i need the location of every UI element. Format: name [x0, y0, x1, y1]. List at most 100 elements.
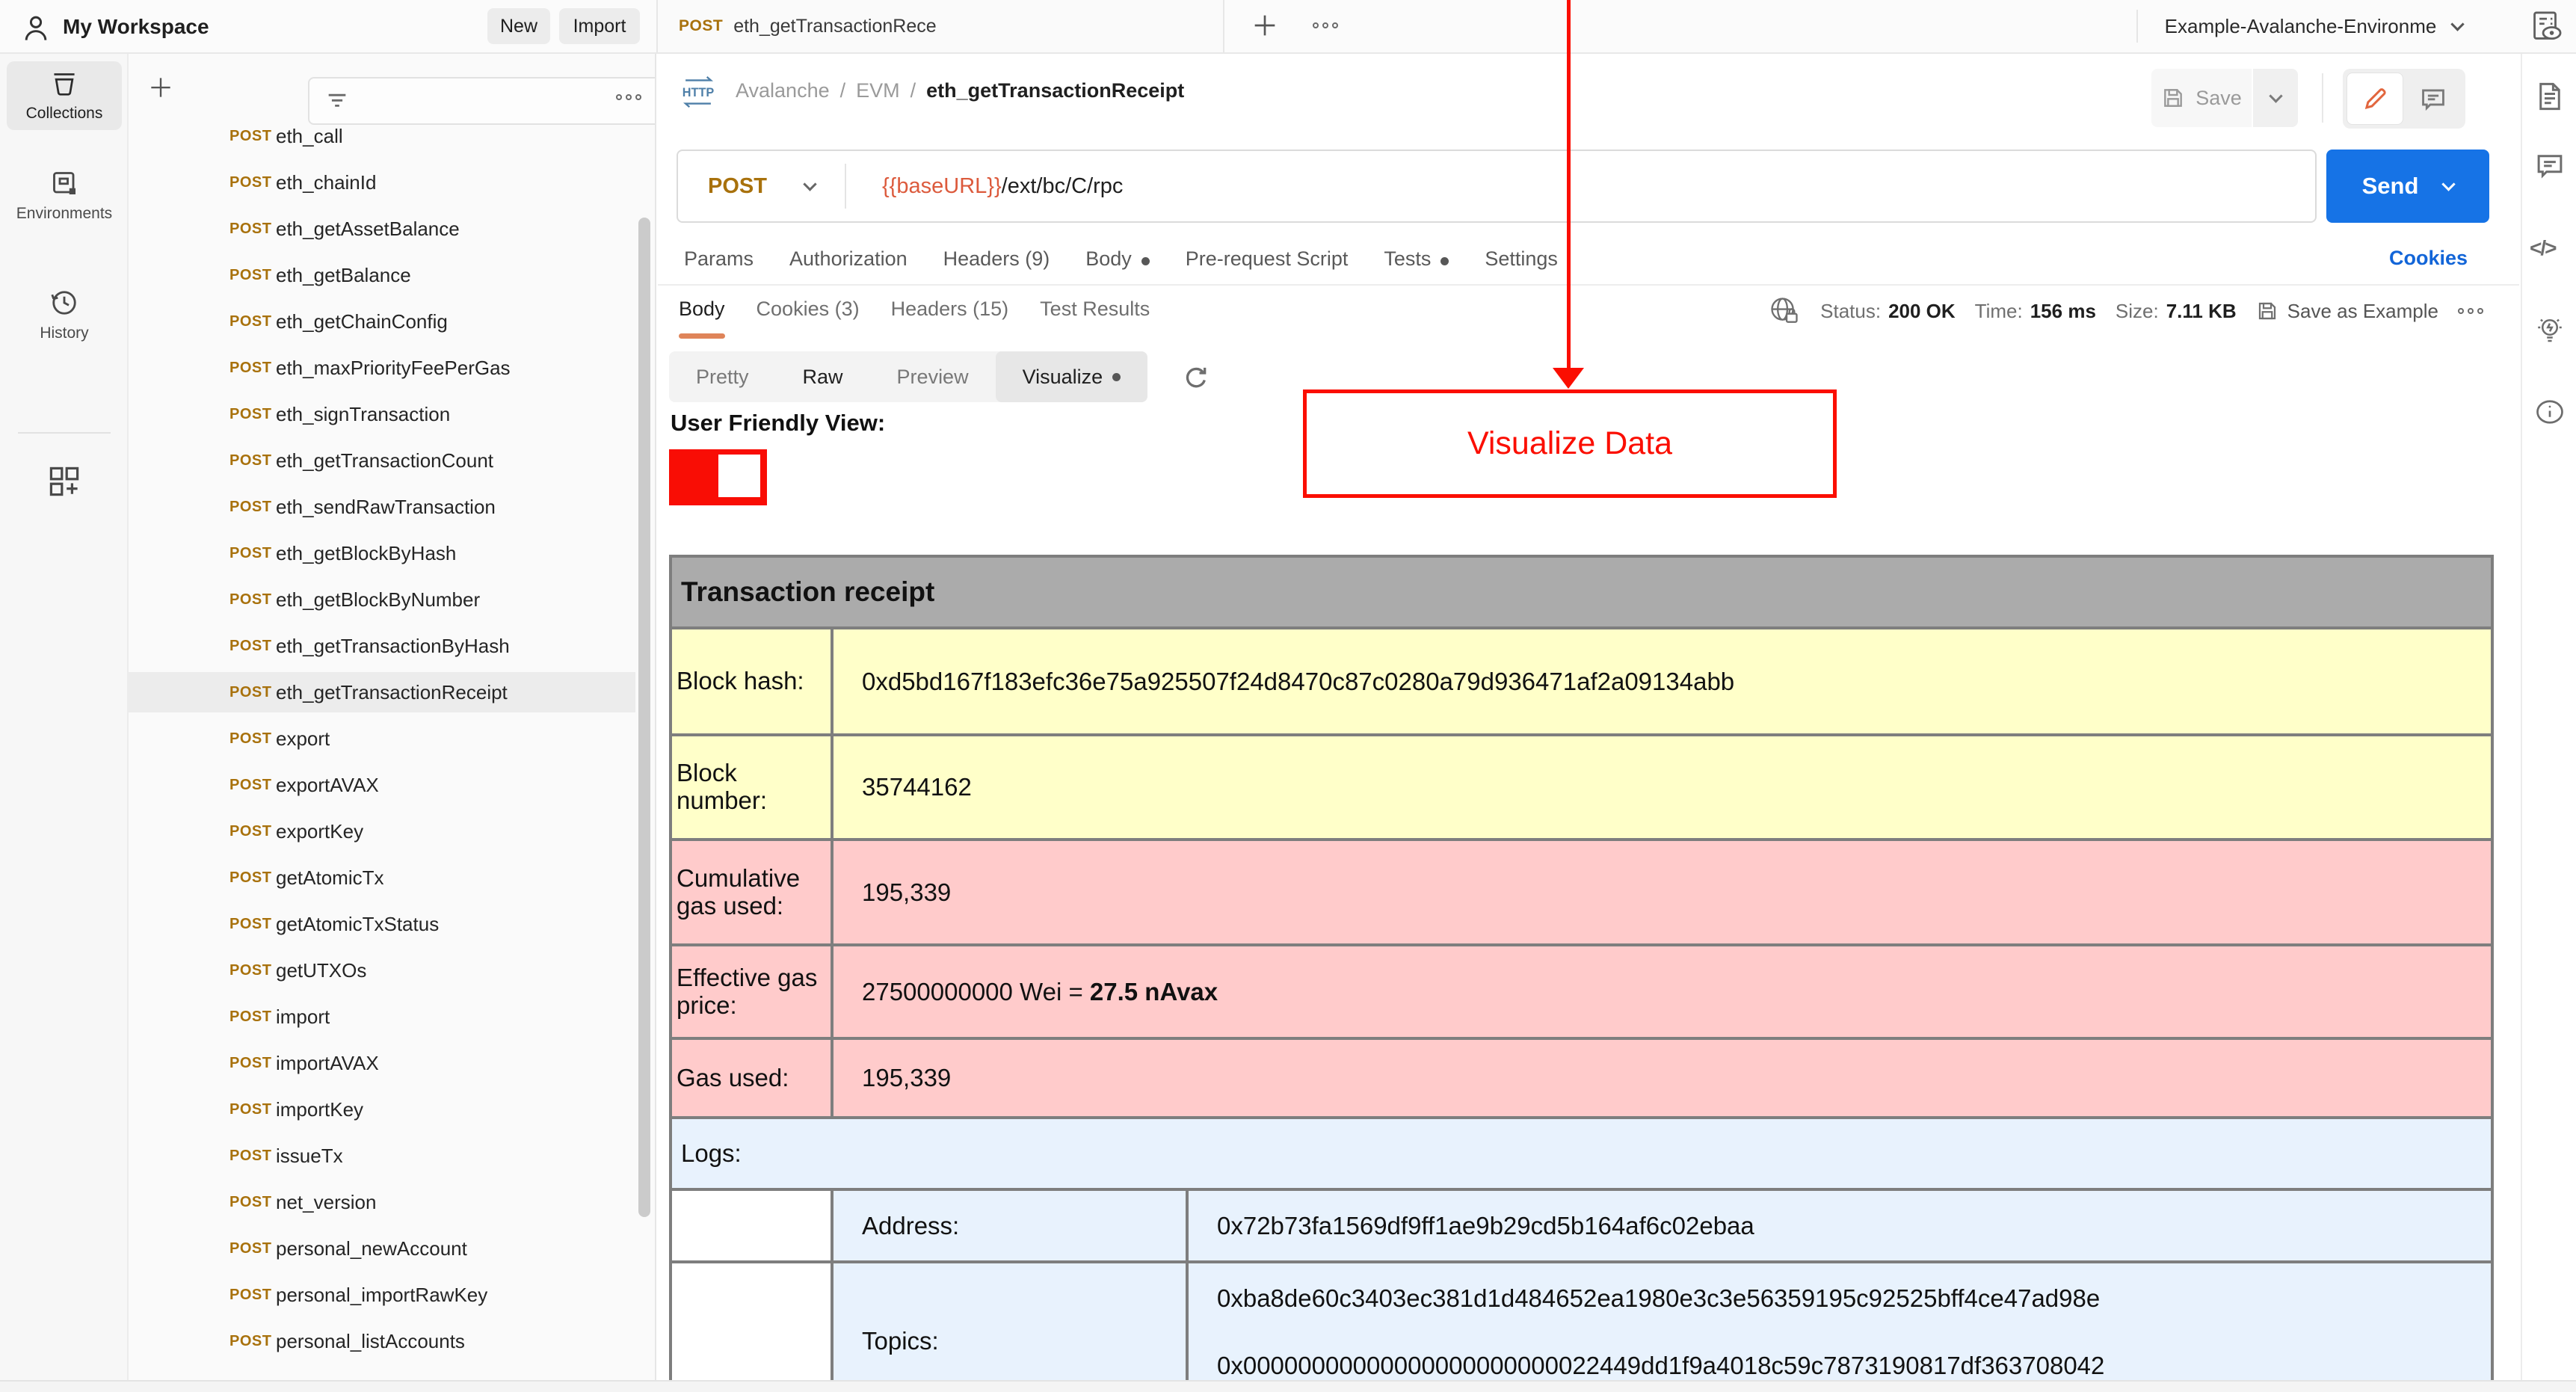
- edit-mode-button[interactable]: [2347, 73, 2403, 125]
- send-button[interactable]: Send: [2326, 150, 2489, 223]
- user-avatar-icon[interactable]: [19, 12, 52, 45]
- request-list-item[interactable]: POST eth_getTransactionReceipt: [129, 672, 635, 712]
- request-name: eth_getTransactionByHash: [276, 634, 510, 657]
- response-more-icon[interactable]: [2458, 308, 2483, 314]
- view-tab-item[interactable]: Raw: [776, 351, 870, 402]
- add-tab-icon[interactable]: [1250, 10, 1280, 40]
- request-list-item[interactable]: POST personal_newAccount: [129, 1228, 635, 1269]
- request-list-item[interactable]: POST eth_getBlockByHash: [129, 533, 635, 573]
- response-tab-item[interactable]: Test Results: [1040, 298, 1150, 339]
- sidebar-item-history[interactable]: History: [7, 287, 122, 342]
- info-icon[interactable]: [2534, 396, 2566, 428]
- breadcrumb-request[interactable]: eth_getTransactionReceipt: [926, 79, 1184, 102]
- request-list-item[interactable]: POST getUTXOs: [129, 950, 635, 991]
- request-list-item[interactable]: POST eth_call: [129, 116, 635, 156]
- comments-icon[interactable]: [2534, 150, 2566, 181]
- request-list-item[interactable]: POST exportKey: [129, 811, 635, 851]
- request-list-item[interactable]: POST import: [129, 997, 635, 1037]
- configure-blocks-icon[interactable]: [46, 464, 82, 499]
- request-list-item[interactable]: POST eth_getAssetBalance: [129, 209, 635, 249]
- save-button[interactable]: Save: [2151, 69, 2252, 127]
- request-name: eth_signTransaction: [276, 402, 451, 425]
- response-tab-item[interactable]: Headers (15): [891, 298, 1009, 339]
- tab-more-icon[interactable]: [1313, 22, 1338, 28]
- sidebar-more-icon[interactable]: [616, 94, 641, 100]
- request-list-item[interactable]: POST net_version: [129, 1182, 635, 1222]
- request-list-item[interactable]: POST eth_getBlockByNumber: [129, 579, 635, 620]
- request-list-item[interactable]: POST eth_sendRawTransaction: [129, 487, 635, 527]
- request-list-item[interactable]: POST eth_chainId: [129, 162, 635, 203]
- comment-icon: [2419, 84, 2447, 113]
- comment-mode-button[interactable]: [2405, 73, 2462, 125]
- size-label: Size:: [2115, 299, 2159, 322]
- request-tab-item[interactable]: Pre-request Script: [1186, 247, 1349, 271]
- view-tab-item[interactable]: Visualize: [995, 351, 1148, 402]
- request-list-item[interactable]: POST importKey: [129, 1089, 635, 1130]
- request-list-item[interactable]: POST eth_getTransactionCount: [129, 440, 635, 481]
- new-button[interactable]: New: [487, 8, 550, 44]
- request-list-item[interactable]: POST personal_listAccounts: [129, 1321, 635, 1361]
- request-tab-label: Params: [684, 247, 754, 270]
- request-tab-item[interactable]: Params: [684, 247, 754, 271]
- request-list-item[interactable]: POST eth_getChainConfig: [129, 301, 635, 342]
- breadcrumb-collection[interactable]: Avalanche: [736, 79, 830, 102]
- logs-label: Logs:: [668, 1116, 2495, 1191]
- request-list-item[interactable]: POST getAtomicTxStatus: [129, 904, 635, 944]
- lightbulb-icon[interactable]: [2534, 314, 2566, 345]
- request-tab-item[interactable]: Authorization: [789, 247, 908, 271]
- sidebar-item-environments[interactable]: Environments: [7, 167, 122, 223]
- request-list-item[interactable]: POST exportAVAX: [129, 765, 635, 805]
- request-list-item[interactable]: POST getAtomicTx: [129, 857, 635, 898]
- user-friendly-toggle[interactable]: [669, 449, 767, 505]
- response-tab-label: Body: [679, 298, 725, 320]
- url-bar[interactable]: POST {{baseURL}}/ext/bc/C/rpc: [677, 150, 2317, 223]
- breadcrumb-separator: /: [910, 79, 916, 102]
- method-selector[interactable]: POST: [708, 174, 805, 199]
- refresh-icon[interactable]: [1181, 363, 1211, 393]
- request-tab[interactable]: POST eth_getTransactionRece: [656, 0, 1224, 52]
- breadcrumb-folder[interactable]: EVM: [856, 79, 900, 102]
- new-collection-icon[interactable]: [147, 73, 175, 102]
- request-tab-item[interactable]: Tests: [1384, 247, 1449, 271]
- network-globe-icon[interactable]: [1768, 295, 1801, 327]
- request-list-item[interactable]: POST personal_unlockAccount: [129, 1367, 635, 1381]
- workspace-title[interactable]: My Workspace: [63, 15, 209, 39]
- response-tab-item[interactable]: Cookies (3): [757, 298, 860, 339]
- request-list-item[interactable]: POST export: [129, 718, 635, 759]
- sidebar-item-collections[interactable]: Collections: [7, 61, 122, 130]
- cookies-link[interactable]: Cookies: [2389, 247, 2468, 270]
- save-options-button[interactable]: [2253, 69, 2298, 127]
- import-button[interactable]: Import: [559, 8, 640, 44]
- request-list-item[interactable]: POST eth_getTransactionByHash: [129, 626, 635, 666]
- request-tab-item[interactable]: Body: [1085, 247, 1150, 271]
- view-tab-item[interactable]: Preview: [870, 351, 996, 402]
- method-badge: POST: [229, 1286, 272, 1303]
- sidebar-scrollbar[interactable]: [638, 218, 650, 1217]
- receipt-rows: Block hash: 0xd5bd167f183efc36e75a925507…: [669, 626, 2495, 1119]
- environment-selector[interactable]: Example-Avalanche-Environme: [2153, 0, 2474, 52]
- request-name: eth_getTransactionCount: [276, 449, 494, 472]
- method-badge: POST: [229, 498, 272, 515]
- request-list-item[interactable]: POST eth_getBalance: [129, 255, 635, 295]
- save-as-example-button[interactable]: Save as Example: [2256, 300, 2438, 323]
- method-badge: POST: [229, 1100, 272, 1118]
- request-name: personal_listAccounts: [276, 1329, 465, 1352]
- documentation-icon[interactable]: [2534, 81, 2566, 112]
- save-icon: [2161, 86, 2185, 110]
- request-list-item[interactable]: POST importAVAX: [129, 1043, 635, 1083]
- request-tab-item[interactable]: Settings: [1485, 247, 1558, 271]
- url-input[interactable]: {{baseURL}}/ext/bc/C/rpc: [882, 174, 1123, 199]
- response-tab-item[interactable]: Body: [679, 298, 725, 339]
- code-snippet-icon[interactable]: </>: [2530, 236, 2557, 260]
- request-list-item[interactable]: POST issueTx: [129, 1136, 635, 1176]
- view-tab-item[interactable]: Pretty: [669, 351, 776, 402]
- method-badge: POST: [229, 1008, 272, 1025]
- environment-quick-look-icon[interactable]: [2530, 9, 2564, 43]
- response-tab-label: Cookies (3): [756, 298, 860, 320]
- request-tab-item[interactable]: Headers (9): [943, 247, 1050, 271]
- request-list-item[interactable]: POST eth_maxPriorityFeePerGas: [129, 348, 635, 388]
- request-name: personal_importRawKey: [276, 1283, 488, 1306]
- method-badge: POST: [229, 1054, 272, 1071]
- request-list-item[interactable]: POST personal_importRawKey: [129, 1275, 635, 1315]
- request-list-item[interactable]: POST eth_signTransaction: [129, 394, 635, 434]
